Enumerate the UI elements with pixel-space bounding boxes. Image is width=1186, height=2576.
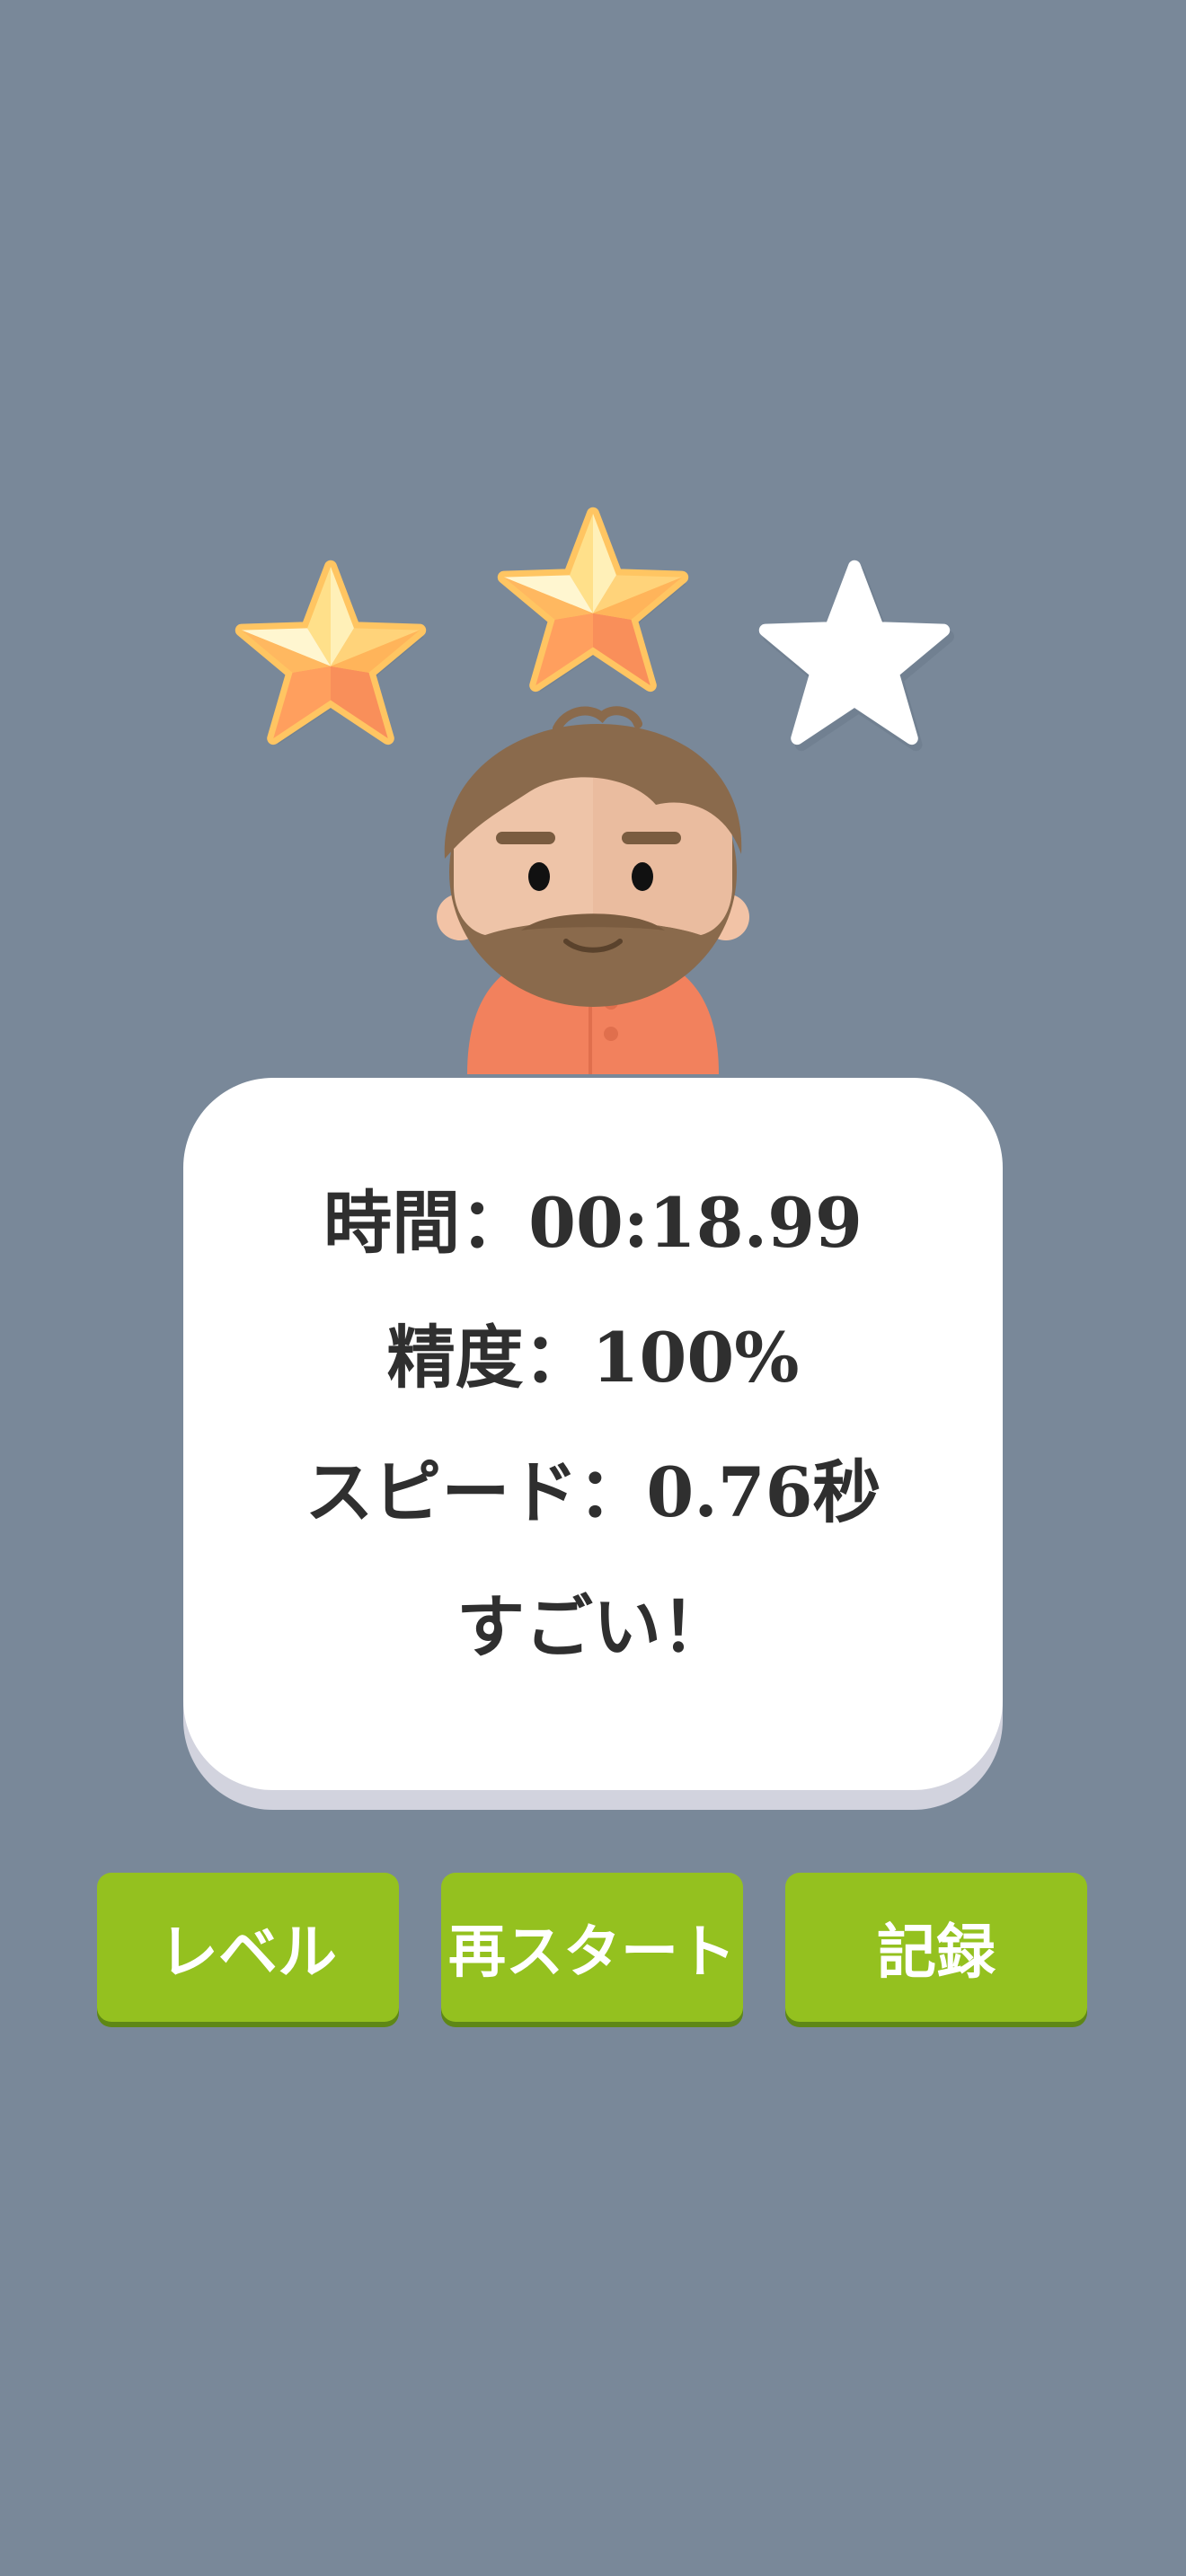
time-stat: 時間：00:18.99	[323, 1183, 863, 1263]
level-button[interactable]: レベル	[97, 1873, 399, 2022]
star-filled-icon	[487, 497, 699, 709]
star-filled-icon	[225, 550, 437, 762]
praise-message: すごい！	[456, 1587, 730, 1667]
restart-button[interactable]: 再スタート	[441, 1873, 743, 2022]
avatar	[422, 706, 764, 1083]
accuracy-stat: 精度：100%	[386, 1318, 800, 1398]
records-button[interactable]: 記録	[785, 1873, 1087, 2022]
speed-stat: スピード：0.76秒	[305, 1452, 881, 1532]
star-rating	[0, 0, 1186, 808]
star-empty-icon	[748, 550, 960, 762]
